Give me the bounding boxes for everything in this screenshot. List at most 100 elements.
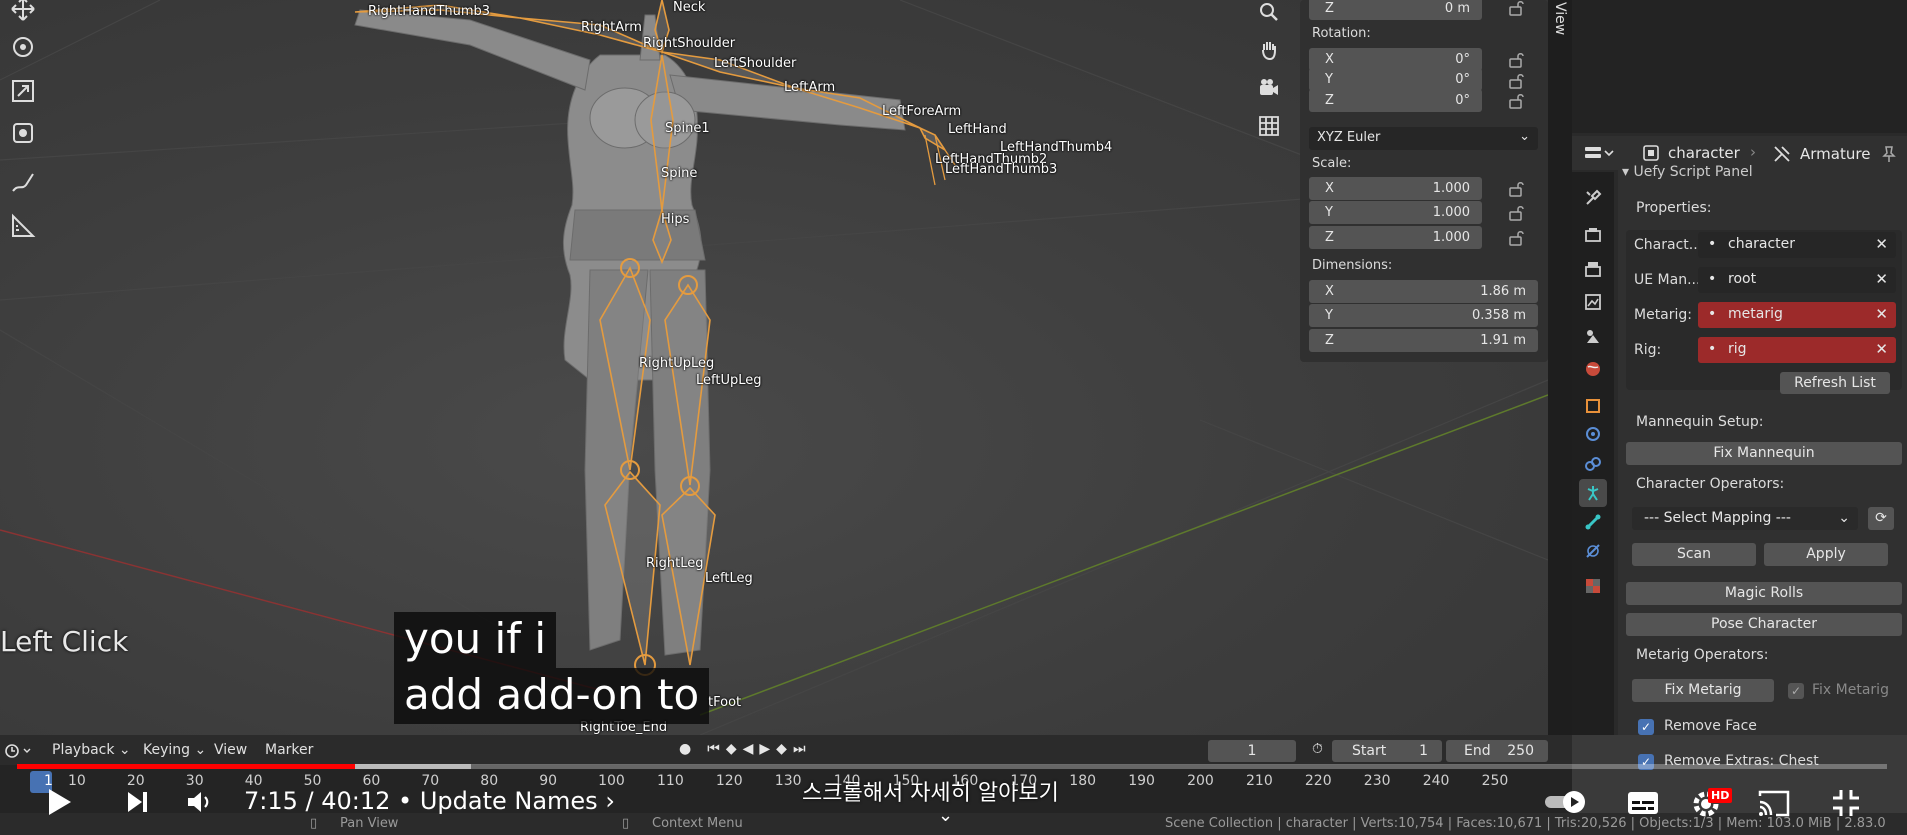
- jump-start-icon[interactable]: ⏮: [707, 741, 720, 757]
- caption-line: you if i: [394, 612, 556, 668]
- rig-field[interactable]: • rig ✕: [1698, 337, 1896, 363]
- annotate-icon[interactable]: [0, 162, 46, 204]
- apply-button[interactable]: Apply: [1764, 543, 1888, 566]
- character-field[interactable]: • character ✕: [1698, 232, 1896, 258]
- jump-end-icon[interactable]: ⏭: [793, 741, 806, 757]
- output-tab-icon[interactable]: [1579, 255, 1607, 283]
- unlock-icon[interactable]: [1508, 0, 1526, 16]
- pin-icon[interactable]: [1880, 145, 1898, 163]
- axis-label: Z: [1325, 93, 1334, 108]
- remove-face-checkbox[interactable]: ✓: [1638, 719, 1654, 735]
- object-tab-icon[interactable]: [1579, 392, 1607, 420]
- refresh-list-button[interactable]: Refresh List: [1780, 372, 1890, 394]
- unlock-icon[interactable]: [1508, 230, 1526, 246]
- volume-icon[interactable]: [184, 787, 216, 817]
- prev-keyframe-icon[interactable]: ◆: [726, 741, 737, 757]
- mapping-select[interactable]: --- Select Mapping --- ⌄: [1632, 507, 1858, 530]
- fix-mannequin-button[interactable]: Fix Mannequin: [1626, 442, 1902, 465]
- constraint-tab-icon[interactable]: [1579, 450, 1607, 478]
- pan-view-hint: Pan View: [340, 816, 399, 831]
- texture-tab-icon[interactable]: [1579, 572, 1607, 600]
- chevron-down-icon[interactable]: ⌄: [938, 805, 953, 826]
- measure-icon[interactable]: [0, 205, 46, 247]
- close-icon[interactable]: ✕: [1875, 340, 1888, 358]
- pose-character-button[interactable]: Pose Character: [1626, 613, 1902, 636]
- autoplay-toggle[interactable]: [1544, 790, 1586, 814]
- bone-constraint-tab-icon[interactable]: [1579, 537, 1607, 565]
- modifier-tab-icon[interactable]: [1579, 420, 1607, 448]
- unlock-icon[interactable]: [1508, 205, 1526, 221]
- 3d-viewport[interactable]: Neck RightArm RightShoulder LeftShoulder…: [0, 0, 1548, 735]
- next-keyframe-icon[interactable]: ◆: [776, 741, 787, 757]
- fix-metarig-checkbox[interactable]: ✓: [1788, 683, 1804, 699]
- dimension-y-field[interactable]: Y 0.358 m: [1309, 304, 1538, 327]
- panel-title[interactable]: ▾ Uefy Script Panel: [1622, 164, 1753, 180]
- view-menu[interactable]: View: [214, 742, 247, 758]
- video-progress-bar[interactable]: [17, 764, 1887, 769]
- world-tab-icon[interactable]: [1579, 355, 1607, 383]
- unlock-icon[interactable]: [1508, 93, 1526, 109]
- render-tab-icon[interactable]: [1579, 221, 1607, 249]
- stopwatch-icon[interactable]: ⏱: [1312, 741, 1323, 757]
- play-icon[interactable]: ▶: [759, 741, 770, 757]
- scene-tab-icon[interactable]: [1579, 322, 1607, 350]
- keying-menu[interactable]: Keying ⌄: [143, 742, 206, 758]
- close-icon[interactable]: ✕: [1875, 305, 1888, 323]
- scale-x-field[interactable]: X 1.000: [1309, 177, 1482, 200]
- scan-button[interactable]: Scan: [1632, 543, 1756, 566]
- exit-fullscreen-icon[interactable]: [1828, 786, 1864, 820]
- view-layer-tab-icon[interactable]: [1579, 288, 1607, 316]
- current-frame-field[interactable]: 1: [1208, 740, 1296, 762]
- clock-icon[interactable]: [4, 743, 34, 759]
- tool-tab-icon[interactable]: [1579, 184, 1607, 212]
- ue-mannequin-field[interactable]: • root ✕: [1698, 267, 1896, 293]
- armature-breadcrumb[interactable]: Armature: [1772, 144, 1870, 164]
- unlock-icon[interactable]: [1508, 181, 1526, 197]
- sidebar-tab-view[interactable]: View: [1548, 0, 1572, 735]
- scale-icon[interactable]: [0, 70, 46, 112]
- unlock-icon[interactable]: [1508, 73, 1526, 89]
- fix-metarig-button[interactable]: Fix Metarig: [1632, 679, 1774, 702]
- metarig-field[interactable]: • metarig ✕: [1698, 302, 1896, 328]
- editor-type-icon[interactable]: [1584, 144, 1614, 164]
- end-frame-field[interactable]: End 250: [1446, 740, 1548, 762]
- transform-icon[interactable]: [0, 112, 46, 154]
- location-z-field[interactable]: Z 0 m: [1309, 0, 1482, 20]
- start-frame-field[interactable]: Start 1: [1332, 740, 1442, 762]
- unlock-icon[interactable]: [1508, 52, 1526, 68]
- close-icon[interactable]: ✕: [1875, 235, 1888, 253]
- play-icon[interactable]: [42, 785, 76, 819]
- field-value: metarig: [1728, 306, 1783, 322]
- camera-icon[interactable]: [1252, 71, 1286, 105]
- hand-pan-icon[interactable]: [1252, 33, 1286, 67]
- armature-data-tab-icon[interactable]: [1579, 479, 1607, 507]
- playback-menu[interactable]: Playback ⌄: [52, 742, 131, 758]
- rotation-mode-select[interactable]: XYZ Euler ⌄: [1309, 127, 1538, 150]
- scale-y-field[interactable]: Y 1.000: [1309, 201, 1482, 224]
- refresh-icon[interactable]: ⟳: [1868, 507, 1894, 530]
- scale-z-field[interactable]: Z 1.000: [1309, 226, 1482, 249]
- cast-icon[interactable]: [1756, 786, 1792, 820]
- record-icon[interactable]: ●: [679, 741, 691, 757]
- object-breadcrumb[interactable]: character: [1642, 144, 1740, 162]
- frame-tick-label: 180: [1069, 773, 1097, 789]
- subtitles-icon[interactable]: [1626, 788, 1660, 818]
- dimension-z-field[interactable]: Z 1.91 m: [1309, 329, 1538, 352]
- rotation-z-field[interactable]: Z 0°: [1309, 89, 1482, 112]
- object-icon: •: [1708, 306, 1717, 322]
- magic-rolls-button[interactable]: Magic Rolls: [1626, 582, 1902, 605]
- rotate-icon[interactable]: [0, 26, 46, 68]
- close-icon[interactable]: ✕: [1875, 270, 1888, 288]
- next-video-icon[interactable]: [122, 787, 152, 817]
- marker-menu[interactable]: Marker: [265, 742, 313, 758]
- bone-tab-icon[interactable]: [1579, 508, 1607, 536]
- play-reverse-icon[interactable]: ◀: [743, 741, 754, 757]
- rotation-y-field[interactable]: Y 0°: [1309, 68, 1482, 91]
- chapter-name: • Update Names: [398, 787, 598, 815]
- dimension-x-field[interactable]: X 1.86 m: [1309, 280, 1538, 303]
- grid-icon[interactable]: [1252, 109, 1286, 143]
- zoom-icon[interactable]: [1252, 0, 1286, 29]
- chapter-title[interactable]: • Update Names ›: [398, 787, 615, 815]
- timeline-area[interactable]: 1 10 20 30 40 50 60 70 80 90 100 110 120 130 140 150 160…: [0, 765, 1572, 815]
- end-value: 250: [1507, 743, 1534, 759]
